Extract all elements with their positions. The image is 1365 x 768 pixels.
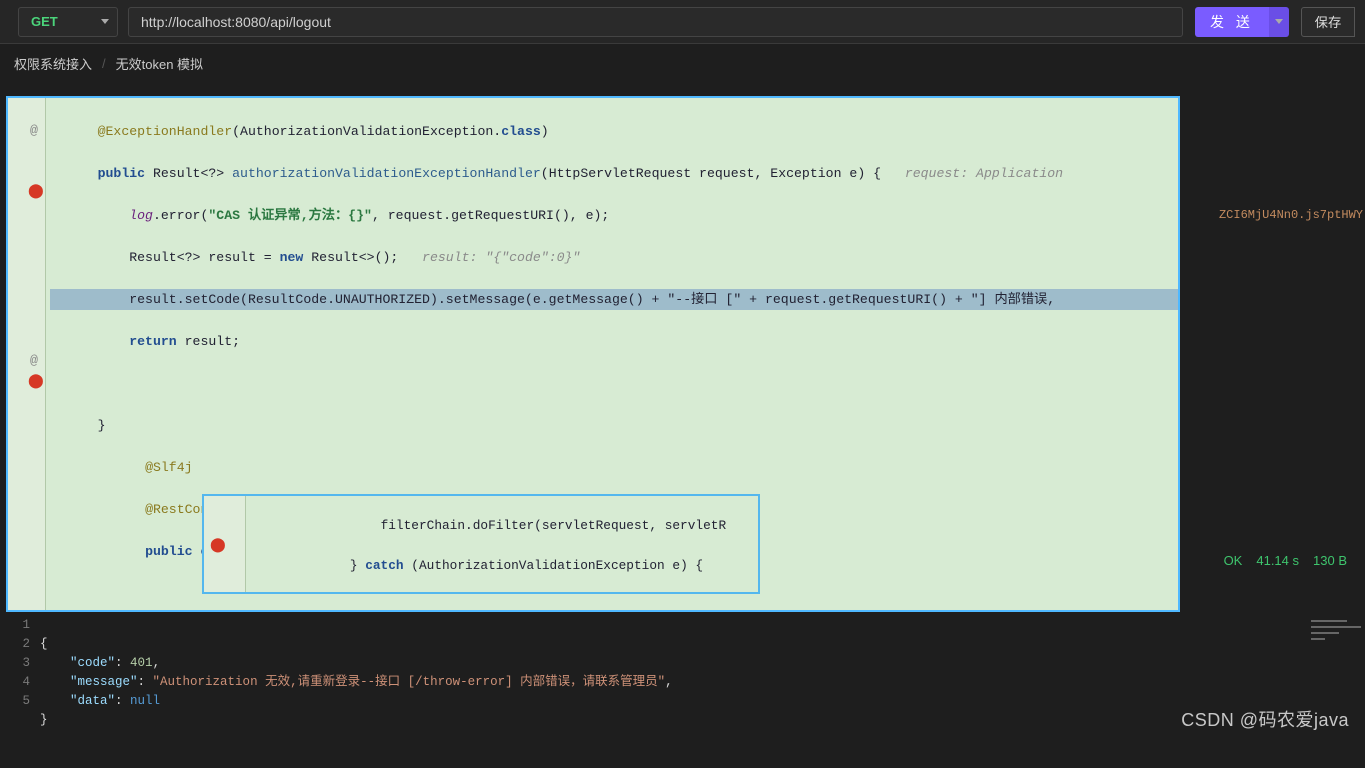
breadcrumb-separator: /: [102, 56, 106, 71]
watermark: CSDN @码农爱java: [1181, 706, 1349, 732]
breakpoint-icon[interactable]: ⬤: [28, 182, 44, 203]
save-button[interactable]: 保存: [1301, 7, 1355, 37]
ide-code-overlay: @ ⬤ @ ⬤ @ExceptionHandler(AuthorizationV…: [6, 96, 1180, 612]
chevron-down-icon: [1275, 19, 1283, 24]
status-time: 41.14 s: [1256, 553, 1299, 568]
send-button[interactable]: 发 送: [1195, 7, 1269, 37]
nested-code[interactable]: filterChain.doFilter(servletRequest, ser…: [250, 496, 758, 594]
status-size: 130 B: [1313, 553, 1347, 568]
breakpoint-icon[interactable]: ⬤: [210, 536, 226, 556]
http-method-label: GET: [31, 14, 58, 29]
response-status: OK 41.14 s 130 B: [1224, 553, 1347, 568]
breadcrumb: 权限系统接入 / 无效token 模拟: [0, 44, 1365, 83]
ide-nested-overlay: ⬤ filterChain.doFilter(servletRequest, s…: [202, 494, 760, 594]
token-fragment: ZCI6MjU4Nn0.js7ptHWY: [1219, 208, 1363, 222]
minimap: [1305, 614, 1365, 694]
url-input[interactable]: [128, 7, 1183, 37]
chevron-down-icon: [101, 19, 109, 24]
request-bar: GET 发 送 保存: [0, 0, 1365, 44]
breadcrumb-root[interactable]: 权限系统接入: [14, 54, 92, 73]
send-dropdown-button[interactable]: [1269, 7, 1289, 37]
status-text-ok: OK: [1224, 553, 1243, 568]
breadcrumb-current: 无效token 模拟: [116, 54, 203, 73]
nested-gutter: ⬤: [204, 496, 246, 592]
http-method-select[interactable]: GET: [18, 7, 118, 37]
breakpoint-icon[interactable]: ⬤: [28, 372, 44, 393]
json-body[interactable]: { "code": 401, "message": "Authorization…: [40, 614, 1365, 726]
response-json-editor[interactable]: 1 2 3 4 5 { "code": 401, "message": "Aut…: [0, 614, 1365, 726]
override-icon: @: [30, 350, 38, 371]
override-icon: @: [30, 120, 38, 141]
editor-gutter: @ ⬤ @ ⬤: [8, 98, 46, 610]
json-line-numbers: 1 2 3 4 5: [0, 614, 40, 726]
